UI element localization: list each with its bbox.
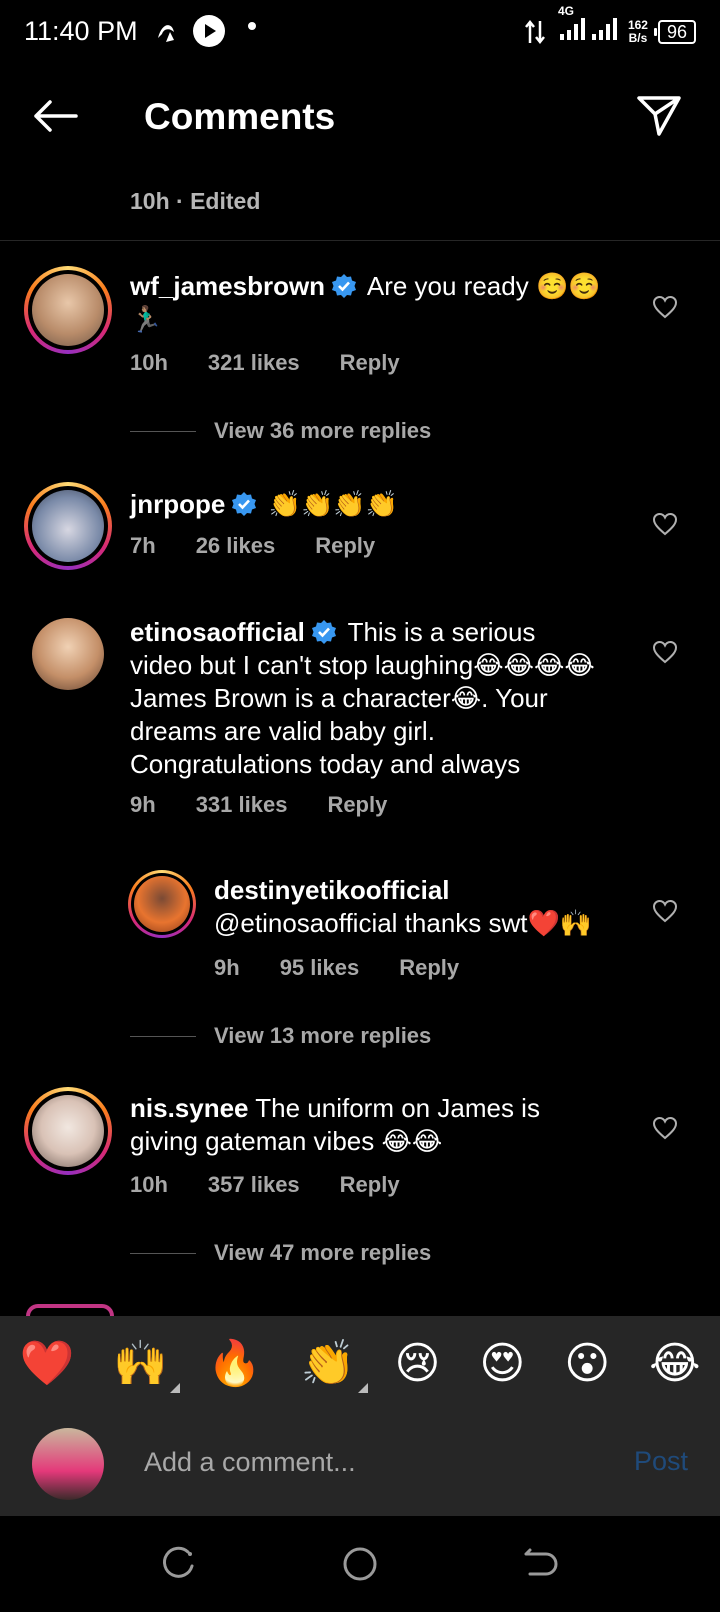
reply-button[interactable]: Reply	[327, 792, 387, 818]
page-title: Comments	[144, 96, 336, 137]
emoji-glyph: 👏	[300, 1339, 356, 1388]
post-meta: 10h · Edited	[130, 188, 260, 215]
recent-apps-icon[interactable]	[158, 1544, 198, 1584]
emoji-surprised[interactable]: 😮	[564, 1338, 610, 1389]
my-avatar	[32, 1428, 104, 1500]
comment-meta: 10h 321 likes Reply	[130, 350, 440, 376]
comment-username[interactable]: destinyetikoofficial	[214, 874, 634, 907]
comment-meta: 9h 95 likes Reply	[214, 955, 499, 981]
network-type: 4G	[557, 4, 574, 18]
comment-username[interactable]: etinosaofficial	[130, 617, 305, 647]
comment-likes[interactable]: 331 likes	[196, 792, 288, 818]
view-more-line	[130, 1035, 196, 1037]
status-bar: 11:40 PM 4G 162 B/s 96	[0, 0, 720, 66]
reply-button[interactable]: Reply	[340, 350, 400, 376]
verified-badge-icon	[332, 274, 357, 298]
avatar[interactable]	[24, 482, 112, 570]
post-button[interactable]: Post	[634, 1446, 688, 1477]
edited-label: Edited	[190, 188, 261, 214]
system-nav-bar	[0, 1516, 720, 1612]
meta-separator: ·	[176, 188, 184, 214]
comment-body: nis.synee The uniform on James is giving…	[130, 1092, 610, 1158]
view-more-replies[interactable]: View 36 more replies	[130, 418, 431, 444]
comment-body: jnrpope 👏👏👏👏	[130, 488, 630, 521]
view-more-label: View 36 more replies	[214, 418, 432, 443]
app-notification-icon	[158, 25, 174, 42]
back-arrow-icon[interactable]	[30, 96, 80, 136]
back-nav-icon[interactable]	[520, 1544, 560, 1584]
network-speed: 162 B/s	[628, 19, 648, 45]
verified-badge-icon	[311, 620, 336, 644]
comments-header: Comments	[0, 66, 720, 176]
comment-body: destinyetikoofficial @etinosaofficial th…	[214, 874, 634, 940]
skin-tone-indicator	[170, 1383, 181, 1393]
avatar[interactable]	[32, 618, 104, 690]
comment-likes[interactable]: 26 likes	[196, 533, 276, 559]
emoji-glyph: 🙌	[113, 1339, 169, 1388]
like-heart-icon[interactable]	[652, 295, 678, 319]
comment-username[interactable]: jnrpope	[130, 489, 225, 519]
comment-meta: 7h 26 likes Reply	[130, 533, 415, 559]
emoji-clap[interactable]: 👏	[300, 1337, 368, 1393]
comment-likes[interactable]: 321 likes	[208, 350, 300, 376]
like-heart-icon[interactable]	[652, 512, 678, 536]
home-icon[interactable]	[340, 1544, 380, 1584]
emoji-heart-eyes[interactable]: 😍	[479, 1338, 525, 1389]
emoji-crying[interactable]: 😢	[395, 1338, 441, 1389]
status-time: 11:40 PM	[24, 16, 138, 46]
like-heart-icon[interactable]	[652, 899, 678, 923]
dot-icon	[248, 22, 256, 30]
post-time: 10h	[130, 188, 170, 214]
play-icon	[193, 15, 225, 47]
reply-button[interactable]: Reply	[315, 533, 375, 559]
comment-likes[interactable]: 95 likes	[280, 955, 360, 981]
comment-input[interactable]	[144, 1440, 584, 1484]
view-more-label: View 47 more replies	[214, 1240, 432, 1265]
comment-meta: 10h 357 likes Reply	[130, 1172, 440, 1198]
emoji-fire[interactable]: 🔥	[207, 1337, 262, 1389]
avatar[interactable]	[24, 266, 112, 354]
reply-button[interactable]: Reply	[340, 1172, 400, 1198]
comment-text: 👏👏👏👏	[268, 489, 399, 519]
speed-unit: B/s	[628, 31, 648, 45]
comment-time: 9h	[214, 955, 240, 980]
comment-body: etinosaofficial This is a serious video …	[130, 616, 600, 781]
comment-time: 9h	[130, 792, 156, 817]
comment-time: 10h	[130, 1172, 168, 1197]
next-comment-avatar-peek	[26, 1304, 114, 1316]
signal-4g: 4G	[558, 4, 618, 48]
comment-time: 10h	[130, 350, 168, 375]
status-right: 4G 162 B/s 96	[524, 4, 696, 48]
data-transfer-icon	[524, 19, 545, 45]
emoji-laughing[interactable]: 😂	[649, 1338, 700, 1389]
comment-username[interactable]: nis.synee	[130, 1093, 249, 1123]
comment-text: @etinosaofficial thanks swt❤️🙌	[214, 908, 593, 938]
view-more-replies[interactable]: View 47 more replies	[130, 1240, 431, 1266]
view-more-line	[130, 1252, 196, 1254]
emoji-heart[interactable]: ❤️	[19, 1337, 74, 1389]
like-heart-icon[interactable]	[652, 1116, 678, 1140]
battery-indicator: 96	[653, 20, 696, 44]
comment-likes[interactable]: 357 likes	[208, 1172, 300, 1198]
avatar[interactable]	[24, 1087, 112, 1175]
comment-body: wf_jamesbrown Are you ready ☺️☺️🏃🏽‍♂️	[130, 270, 630, 336]
comment-username[interactable]: wf_jamesbrown	[130, 271, 325, 301]
comment-composer: Post	[0, 1410, 720, 1516]
comment-time: 7h	[130, 533, 156, 558]
view-more-replies[interactable]: View 13 more replies	[130, 1023, 431, 1049]
comment-meta: 9h 331 likes Reply	[130, 792, 427, 818]
emoji-reaction-bar: ❤️ 🙌 🔥 👏 😢 😍 😮 😂	[0, 1316, 720, 1410]
signal-bars-icon	[559, 18, 617, 40]
view-more-line	[130, 430, 196, 432]
like-heart-icon[interactable]	[652, 640, 678, 664]
emoji-raised-hands[interactable]: 🙌	[113, 1337, 181, 1393]
view-more-label: View 13 more replies	[214, 1023, 432, 1048]
reply-button[interactable]: Reply	[399, 955, 459, 981]
divider	[0, 240, 720, 241]
avatar[interactable]	[128, 870, 196, 938]
verified-badge-icon	[232, 492, 257, 516]
skin-tone-indicator	[357, 1383, 368, 1393]
send-icon[interactable]	[636, 94, 682, 138]
